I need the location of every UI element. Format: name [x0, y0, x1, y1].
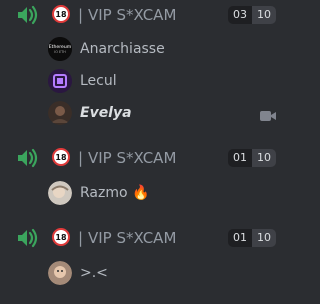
purple-box-avatar	[48, 69, 72, 93]
user-count-current: 03	[228, 6, 252, 24]
user-count-limit: 10	[252, 6, 276, 24]
member-name: Anarchiasse	[80, 41, 165, 57]
channel-name: VIP S*XCAM	[88, 149, 177, 167]
video-camera-icon	[260, 107, 276, 121]
user-count-current: 01	[228, 229, 252, 247]
voice-member-face[interactable]: >.<	[0, 258, 283, 288]
voice-channel-2[interactable]: 18 | VIP S*XCAM 01 10	[0, 143, 283, 173]
ethereum-avatar: Ethereum IO ETH	[48, 37, 72, 61]
user-count-limit: 10	[252, 149, 276, 167]
age-restricted-badge: 18	[52, 228, 70, 246]
channel-separator: |	[78, 6, 84, 24]
user-count-current: 01	[228, 149, 252, 167]
member-name: Lecul	[80, 73, 117, 89]
member-name: >.<	[80, 265, 108, 281]
photo-avatar	[48, 101, 72, 125]
voice-speaker-icon	[16, 5, 38, 25]
user-count-badge: 01 10	[228, 229, 276, 247]
photo-avatar	[48, 181, 72, 205]
user-count-limit: 10	[252, 229, 276, 247]
voice-member-evelya[interactable]: Evelya	[0, 98, 283, 128]
user-count-badge: 01 10	[228, 149, 276, 167]
voice-member-razmo[interactable]: Razmo 🔥	[0, 178, 283, 208]
voice-speaker-icon	[16, 148, 38, 168]
channel-name: VIP S*XCAM	[88, 6, 177, 24]
voice-speaker-icon	[16, 228, 38, 248]
age-restricted-badge: 18	[52, 5, 70, 23]
channel-separator: |	[78, 149, 84, 167]
voice-channel-3[interactable]: 18 | VIP S*XCAM 01 10	[0, 223, 283, 253]
voice-member-lecul[interactable]: Lecul	[0, 66, 283, 96]
voice-channel-1[interactable]: 18 | VIP S*XCAM 03 10	[0, 0, 283, 30]
member-name: Razmo 🔥	[80, 185, 150, 201]
member-name: Evelya	[80, 105, 132, 121]
age-restricted-badge: 18	[52, 148, 70, 166]
photo-avatar	[48, 261, 72, 285]
svg-text:IO ETH: IO ETH	[54, 50, 66, 54]
voice-member-anarchiasse[interactable]: Ethereum IO ETH Anarchiasse	[0, 34, 283, 64]
channel-separator: |	[78, 229, 84, 247]
user-count-badge: 03 10	[228, 6, 276, 24]
channel-name: VIP S*XCAM	[88, 229, 177, 247]
